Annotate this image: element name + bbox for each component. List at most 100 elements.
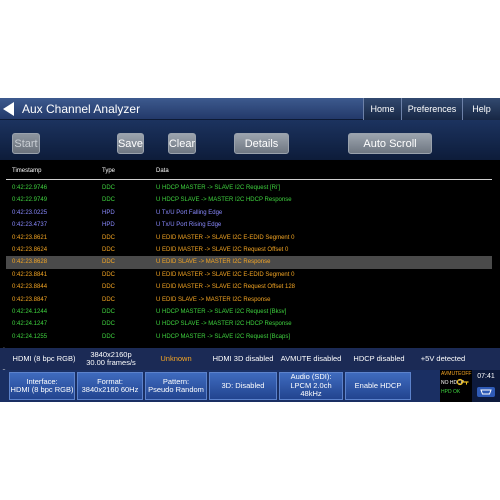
row-type: DDC bbox=[102, 321, 115, 328]
table-row[interactable]: 0:42:24.1247 DDC U HDCP SLAVE -> MASTER I2… bbox=[6, 318, 492, 330]
hdmi-connector-icon bbox=[477, 387, 495, 397]
input-3d-status: HDMI 3D disabled bbox=[210, 348, 276, 370]
hpd-indicator: HPD OK bbox=[441, 389, 461, 395]
table-row[interactable]: 0:42:23.8841 DDC U EDID MASTER -> SLAVE I2… bbox=[6, 269, 492, 281]
clear-button[interactable]: Clear bbox=[168, 133, 196, 154]
clock-time: 07:41 bbox=[477, 373, 495, 380]
row-data: U HDCP SLAVE -> MASTER I2C HDCP Response bbox=[156, 321, 292, 328]
table-row[interactable]: 0:42:23.8844 DDC U EDID MASTER -> SLAVE I2… bbox=[6, 281, 492, 293]
table-row[interactable]: 0:42:22.9749 DDC U HDCP SLAVE -> MASTER I2… bbox=[6, 194, 492, 206]
input-unknown: Unknown bbox=[142, 348, 210, 370]
back-arrow-icon[interactable] bbox=[3, 102, 14, 116]
key-icon bbox=[457, 378, 469, 386]
row-data: U EDID MASTER -> SLAVE I2C E-EDID Segmen… bbox=[156, 271, 295, 278]
analyzer-screen: Aux Channel Analyzer Home Preferences He… bbox=[0, 98, 500, 402]
row-timestamp: 0:42:24.1247 bbox=[12, 321, 48, 328]
row-type: HPD bbox=[102, 222, 115, 229]
row-data: U EDID SLAVE -> MASTER I2C Response bbox=[156, 296, 271, 303]
input-hdcp-value: HDCP disabled bbox=[353, 354, 405, 363]
enable-hdcp-button[interactable]: Enable HDCP bbox=[345, 372, 411, 400]
row-timestamp: 0:42:23.8847 bbox=[12, 296, 48, 303]
row-timestamp: 0:42:23.0225 bbox=[12, 209, 48, 216]
toolbar: Start Save Clear Details Auto Scroll bbox=[0, 120, 500, 160]
row-timestamp: 0:42:23.8621 bbox=[12, 234, 48, 241]
input-avmute-value: AVMUTE disabled bbox=[280, 354, 342, 363]
row-type: DDC bbox=[102, 259, 115, 266]
output-3d-button[interactable]: 3D: Disabled bbox=[209, 372, 277, 400]
table-row[interactable]: 0:42:24.1255 DDC U HDCP MASTER -> SLAVE I2… bbox=[6, 331, 492, 343]
row-timestamp: 0:42:23.8624 bbox=[12, 246, 48, 253]
row-type: DDC bbox=[102, 296, 115, 303]
table-row[interactable]: 0:42:23.8624 DDC U EDID MASTER -> SLAVE I2… bbox=[6, 244, 492, 256]
output-hdcp-indicator: AVMUTEOFF NO HDCP HPD OK bbox=[440, 370, 472, 402]
preferences-button[interactable]: Preferences bbox=[401, 98, 462, 120]
input-hdcp-status: HDCP disabled bbox=[346, 348, 412, 370]
row-timestamp: 0:42:23.8841 bbox=[12, 271, 48, 278]
enable-hdcp-label: Enable HDCP bbox=[354, 380, 402, 390]
row-data: U HDCP MASTER -> SLAVE I2C Request [Ri'] bbox=[156, 185, 281, 191]
clock-panel: 07:41 bbox=[472, 370, 500, 402]
row-data: U EDID MASTER -> SLAVE I2C E-EDID Segmen… bbox=[156, 234, 295, 241]
row-data: U HDCP MASTER -> SLAVE I2C Request [Bksv… bbox=[156, 308, 287, 315]
row-type: DDC bbox=[102, 234, 115, 241]
column-header-type: Type bbox=[102, 168, 116, 174]
output-format-value: 3840x2160 60Hz bbox=[81, 385, 139, 394]
row-type: DDC bbox=[102, 246, 115, 253]
title-bar: Aux Channel Analyzer Home Preferences He… bbox=[0, 98, 500, 120]
input-avmute-status: AVMUTE disabled bbox=[276, 348, 346, 370]
log-rows: 0:42:22.9746 DDC U HDCP MASTER -> SLAVE I2… bbox=[6, 182, 492, 343]
output-audio-rate: 48kHz bbox=[300, 389, 322, 399]
row-type: DDC bbox=[102, 333, 115, 340]
home-button[interactable]: Home bbox=[363, 98, 401, 120]
table-row[interactable]: 0:42:23.4737 HPD U Tx/U Port Rising Edge bbox=[6, 219, 492, 231]
row-type: DDC bbox=[102, 271, 115, 278]
input-3d-value: HDMI 3D disabled bbox=[212, 354, 274, 363]
input-5v-status: +5V detected bbox=[412, 348, 474, 370]
save-button[interactable]: Save bbox=[117, 133, 144, 154]
row-type: DDC bbox=[102, 284, 115, 291]
row-timestamp: 0:42:24.1244 bbox=[12, 308, 48, 315]
output-status-bar: Interface: HDMI (8 bpc RGB) Format: 3840… bbox=[0, 370, 500, 402]
input-interface: HDMI (8 bpc RGB) bbox=[8, 348, 80, 370]
column-header-timestamp: Timestamp bbox=[12, 168, 42, 174]
table-row[interactable]: 0:42:23.8628 DDC U EDID SLAVE -> MASTER I2… bbox=[6, 256, 492, 269]
row-timestamp: 0:42:24.1255 bbox=[12, 333, 48, 340]
input-interface-value: HDMI (8 bpc RGB) bbox=[12, 354, 76, 363]
output-audio-button[interactable]: Audio (SDI): LPCM 2.0ch 48kHz bbox=[279, 372, 343, 400]
row-timestamp: 0:42:23.4737 bbox=[12, 222, 48, 229]
input-5v-value: +5V detected bbox=[420, 354, 466, 363]
row-type: DDC bbox=[102, 185, 115, 191]
row-timestamp: 0:42:22.9746 bbox=[12, 185, 48, 191]
row-data: U Tx/U Port Rising Edge bbox=[156, 222, 222, 229]
table-row[interactable]: 0:42:23.8847 DDC U EDID SLAVE -> MASTER I2… bbox=[6, 294, 492, 306]
help-button[interactable]: Help bbox=[462, 98, 500, 120]
row-data: U EDID SLAVE -> MASTER I2C Response bbox=[156, 259, 271, 266]
output-pattern-button[interactable]: Pattern: Pseudo Random bbox=[145, 372, 207, 400]
log-table: Timestamp Type Data 0:42:22.9746 DDC U HDC… bbox=[0, 160, 500, 348]
input-resolution-line2: 30.00 frames/s bbox=[86, 358, 136, 367]
table-row[interactable]: 0:42:22.9746 DDC U HDCP MASTER -> SLAVE I2… bbox=[6, 182, 492, 194]
details-button[interactable]: Details bbox=[234, 133, 289, 154]
output-interface-value: HDMI (8 bpc RGB) bbox=[10, 385, 74, 394]
table-row[interactable]: 0:42:23.0225 HPD U Tx/U Port Falling Edge bbox=[6, 207, 492, 219]
row-type: HPD bbox=[102, 209, 115, 216]
start-button[interactable]: Start bbox=[12, 133, 40, 154]
row-type: DDC bbox=[102, 197, 115, 204]
row-type: DDC bbox=[102, 308, 115, 315]
row-data: U HDCP MASTER -> SLAVE I2C Request [Bcap… bbox=[156, 333, 290, 340]
input-resolution: 3840x2160p 30.00 frames/s bbox=[80, 348, 142, 370]
row-timestamp: 0:42:22.9749 bbox=[12, 197, 48, 204]
output-interface-button[interactable]: Interface: HDMI (8 bpc RGB) bbox=[9, 372, 75, 400]
output-format-button[interactable]: Format: 3840x2160 60Hz bbox=[77, 372, 143, 400]
row-timestamp: 0:42:23.8628 bbox=[12, 259, 48, 266]
log-table-header: Timestamp Type Data bbox=[6, 168, 492, 180]
output-pattern-value: Pseudo Random bbox=[148, 385, 204, 394]
table-row[interactable]: 0:42:24.1244 DDC U HDCP MASTER -> SLAVE I2… bbox=[6, 306, 492, 318]
input-status-bar: HDMI (8 bpc RGB) 3840x2160p 30.00 frames… bbox=[0, 348, 500, 370]
table-row[interactable]: 0:42:23.8621 DDC U EDID MASTER -> SLAVE I2… bbox=[6, 232, 492, 244]
auto-scroll-button[interactable]: Auto Scroll bbox=[348, 133, 432, 154]
row-data: U EDID MASTER -> SLAVE I2C Request Offse… bbox=[156, 246, 289, 253]
output-3d-label: 3D: Disabled bbox=[221, 380, 265, 390]
row-timestamp: 0:42:23.8844 bbox=[12, 284, 48, 291]
row-data: U EDID MASTER -> SLAVE I2C Request Offse… bbox=[156, 284, 295, 291]
